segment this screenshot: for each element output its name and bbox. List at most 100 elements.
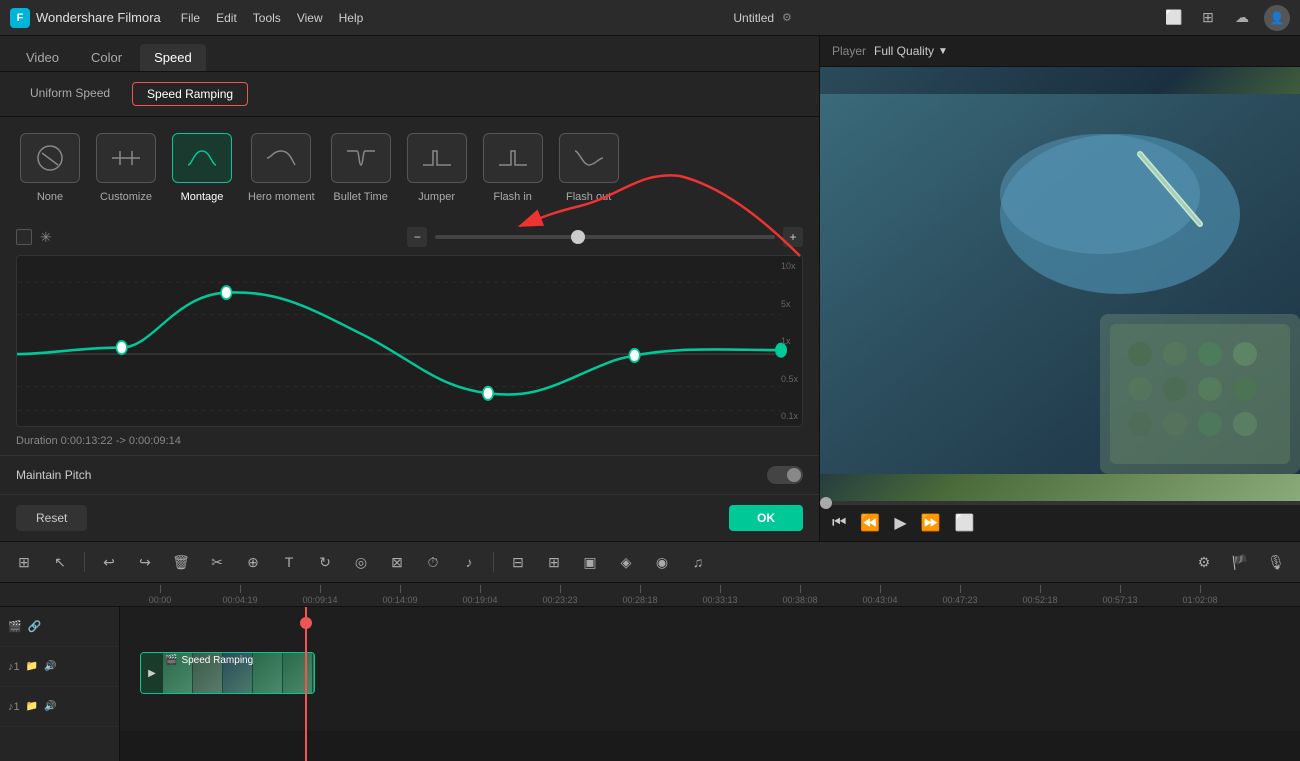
audio2-vol-icon: 🔊	[44, 701, 56, 712]
monitor-icon[interactable]: ⬜	[1162, 6, 1186, 30]
menu-help[interactable]: Help	[339, 11, 364, 25]
zoom-slider[interactable]	[435, 235, 775, 239]
preset-flash-in[interactable]: Flash in	[483, 133, 543, 203]
player-fullscreen-btn[interactable]: ⬜	[955, 513, 975, 533]
toolbar-split-btn[interactable]: ⊟	[504, 548, 532, 576]
user-icon[interactable]: 👤	[1264, 5, 1290, 31]
track-header-audio2: ♪1 📁 🔊	[0, 687, 119, 727]
preset-hero-moment[interactable]: Hero moment	[248, 133, 315, 203]
player-controls: ⏮ ⏪ ▶ ⏩ ⬜	[820, 505, 1300, 541]
link-icon: 🔗	[28, 620, 42, 633]
toolbar-audio-btn[interactable]: ♪	[455, 548, 483, 576]
player-frame-forward-btn[interactable]: ⏩	[921, 513, 941, 533]
graph-checkbox[interactable]	[16, 229, 32, 245]
ruler-mark-12: 00:57:13	[1080, 585, 1160, 605]
toolbar-effects-btn[interactable]: ◎	[347, 548, 375, 576]
toolbar-undo-btn[interactable]: ↩	[95, 548, 123, 576]
preset-jumper[interactable]: Jumper	[407, 133, 467, 203]
player-play-btn[interactable]: ▶	[894, 513, 906, 533]
toolbar-ai-btn[interactable]: ◉	[648, 548, 676, 576]
ruler-mark-2: 00:09:14	[280, 585, 360, 605]
track-headers: 🎬 🔗 ♪1 📁 🔊 ♪1 📁 🔊	[0, 607, 120, 761]
snowflake-icon[interactable]: ✳	[40, 229, 52, 246]
zoom-in-btn[interactable]: +	[783, 227, 803, 247]
toolbar-speed-btn[interactable]: ⏱	[419, 548, 447, 576]
player-video	[820, 67, 1300, 501]
graph-controls: ✳ − +	[0, 219, 819, 255]
preset-jumper-icon	[407, 133, 467, 183]
toolbar-delete-btn[interactable]: 🗑	[167, 548, 195, 576]
quality-select[interactable]: Full Quality ▼	[874, 44, 948, 58]
maintain-pitch-toggle[interactable]	[767, 466, 803, 484]
ruler-mark-4: 00:19:04	[440, 585, 520, 605]
y-label-1x: 1x	[781, 336, 798, 346]
preset-hero-moment-icon	[251, 133, 311, 183]
menu-tools[interactable]: Tools	[253, 11, 281, 25]
toolbar-clip-btn[interactable]: ▣	[576, 548, 604, 576]
timeline-area: 00:00 00:04:19 00:09:14 00:14:09 00:19:0…	[0, 583, 1300, 761]
menu-view[interactable]: View	[297, 11, 323, 25]
player-progress-bar[interactable]	[820, 501, 1300, 505]
zoom-thumb[interactable]	[571, 230, 585, 244]
toolbar-cut-btn[interactable]: ✂	[203, 548, 231, 576]
quality-chevron-icon: ▼	[938, 46, 948, 57]
toolbar-transform-btn[interactable]: ⊠	[383, 548, 411, 576]
toolbar-rotate-btn[interactable]: ↻	[311, 548, 339, 576]
logo-icon: F	[10, 8, 30, 28]
cloud-icon[interactable]: ☁	[1230, 6, 1254, 30]
ruler-mark-3: 00:14:09	[360, 585, 440, 605]
preset-bullet-time[interactable]: Bullet Time	[331, 133, 391, 203]
toolbar-settings-btn[interactable]: ⚙	[1190, 548, 1218, 576]
toolbar-mic-btn[interactable]: 🎙	[1262, 548, 1290, 576]
ruler-mark-7: 00:33:13	[680, 585, 760, 605]
grid-icon[interactable]: ⊞	[1196, 6, 1220, 30]
preset-none[interactable]: None	[20, 133, 80, 203]
toolbar-stabilize-btn[interactable]: ◈	[612, 548, 640, 576]
ruler-mark-6: 00:28:18	[600, 585, 680, 605]
video-clip[interactable]: 🎬 Speed Ramping ▶	[140, 652, 315, 694]
toggle-knob	[787, 468, 801, 482]
title-area: Untitled ⚙	[383, 11, 1142, 25]
ruler-mark-13: 01:02:08	[1160, 585, 1240, 605]
audio1-label: ♪1	[8, 661, 20, 673]
preset-none-icon	[20, 133, 80, 183]
preset-flash-in-icon	[483, 133, 543, 183]
right-panel: Player Full Quality ▼	[820, 36, 1300, 541]
tab-video[interactable]: Video	[12, 44, 73, 71]
ok-button[interactable]: OK	[729, 505, 803, 531]
y-label-05x: 0.5x	[781, 374, 798, 384]
preset-flash-out[interactable]: Flash out	[559, 133, 619, 203]
y-label-10x: 10x	[781, 261, 798, 271]
player-progress-thumb[interactable]	[820, 497, 832, 509]
toolbar-redo-btn[interactable]: ↪	[131, 548, 159, 576]
toolbar: ⊞ ↖ ↩ ↪ 🗑 ✂ ⊕ T ↻ ◎ ⊠ ⏱ ♪ ⊟ ⊞ ▣ ◈ ◉ ♫ ⚙ …	[0, 541, 1300, 583]
subtab-ramping[interactable]: Speed Ramping	[132, 82, 248, 106]
zoom-out-btn[interactable]: −	[407, 227, 427, 247]
ruler-mark-8: 00:38:08	[760, 585, 840, 605]
project-title: Untitled	[733, 11, 774, 25]
toolbar-grid-btn[interactable]: ⊞	[10, 548, 38, 576]
tab-color[interactable]: Color	[77, 44, 136, 71]
preset-montage[interactable]: Montage	[172, 133, 232, 203]
preset-bullet-time-icon	[331, 133, 391, 183]
toolbar-merge-btn[interactable]: ⊞	[540, 548, 568, 576]
maintain-pitch-row: Maintain Pitch	[0, 455, 819, 494]
toolbar-music-btn[interactable]: ♫	[684, 548, 712, 576]
track-content: 🎬 Speed Ramping ▶	[120, 607, 1300, 761]
toolbar-flag-btn[interactable]: 🏴	[1226, 548, 1254, 576]
preset-customize[interactable]: Customize	[96, 133, 156, 203]
reset-button[interactable]: Reset	[16, 505, 87, 531]
speed-curve-svg	[17, 256, 802, 426]
tab-speed[interactable]: Speed	[140, 44, 206, 71]
toolbar-cursor-btn[interactable]: ↖	[46, 548, 74, 576]
menu-file[interactable]: File	[181, 11, 200, 25]
player-frame-back-btn[interactable]: ⏪	[860, 513, 880, 533]
ruler-mark-11: 00:52:18	[1000, 585, 1080, 605]
subtab-uniform[interactable]: Uniform Speed	[16, 82, 124, 106]
preset-flash-out-icon	[559, 133, 619, 183]
toolbar-text-btn[interactable]: T	[275, 548, 303, 576]
menu-edit[interactable]: Edit	[216, 11, 237, 25]
player-header: Player Full Quality ▼	[820, 36, 1300, 67]
player-skip-back-btn[interactable]: ⏮	[832, 514, 846, 532]
toolbar-crop-btn[interactable]: ⊕	[239, 548, 267, 576]
